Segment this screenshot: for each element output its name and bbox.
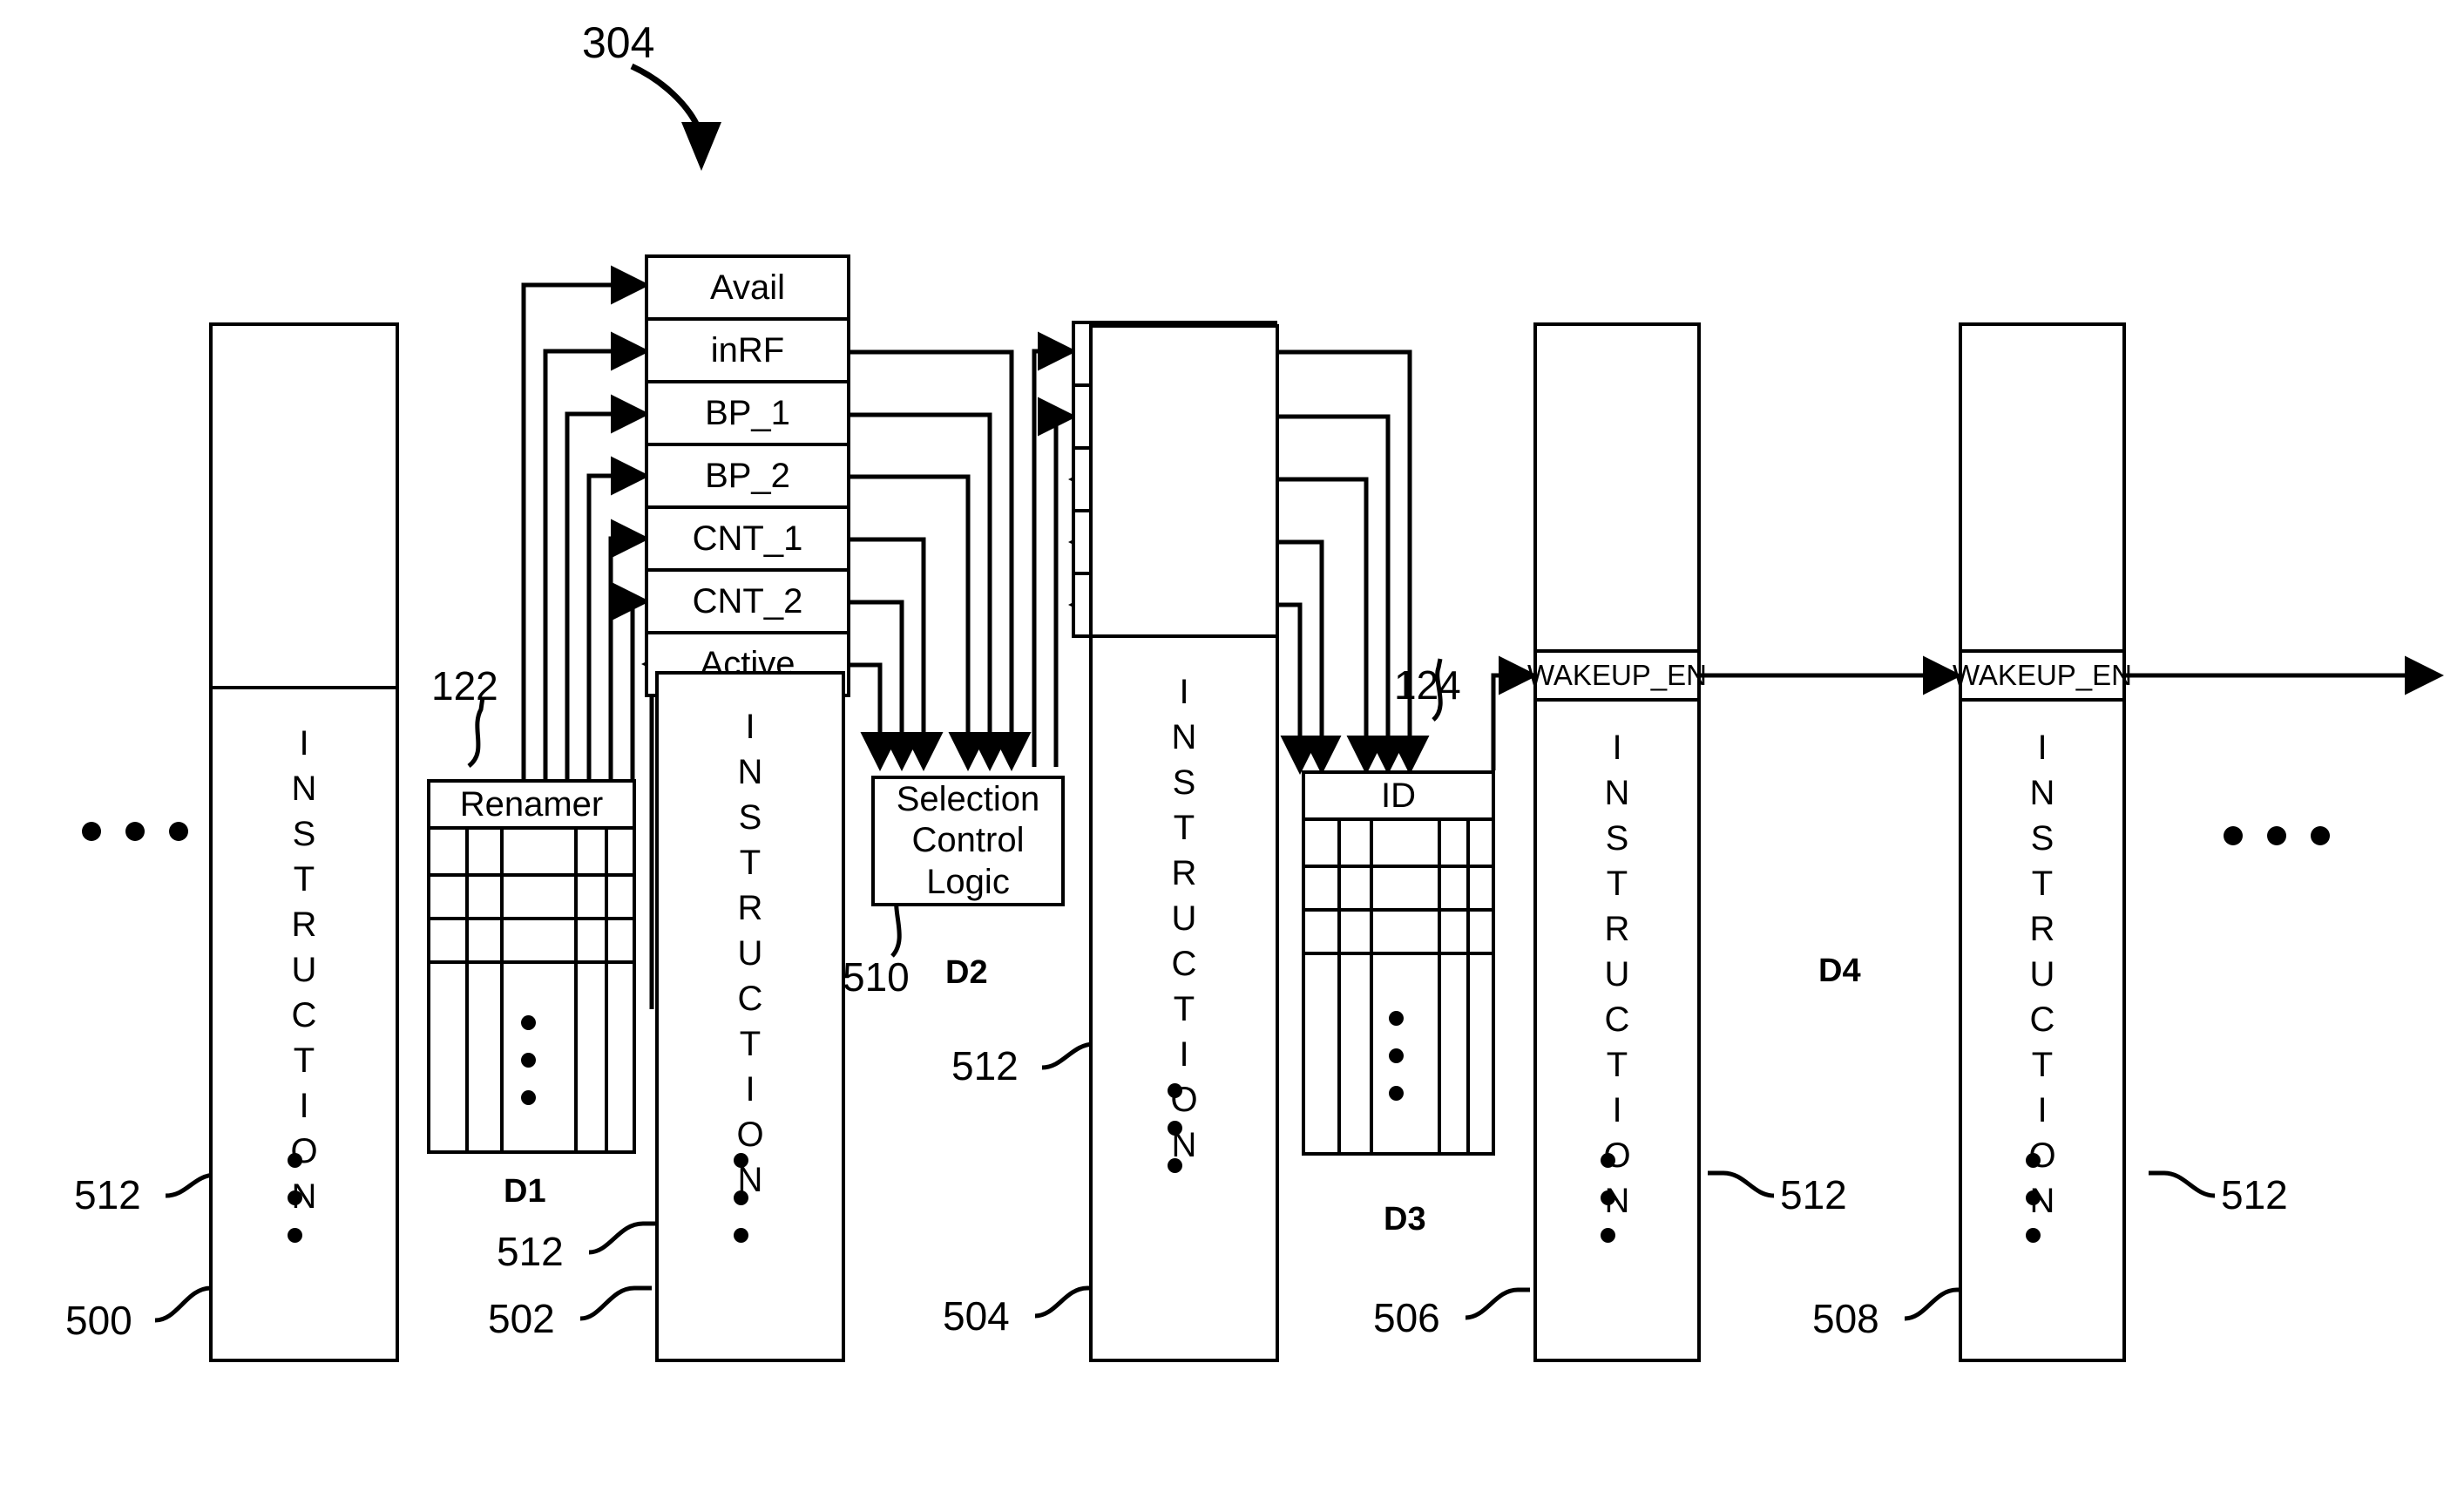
ref-510: 510	[843, 954, 910, 1000]
wakeup-en-box-right[interactable]: WAKEUP_EN	[1953, 649, 2132, 702]
instruction-letter: I	[2037, 729, 2048, 767]
scl-line-1: Selection	[896, 780, 1040, 819]
instruction-letter: T	[739, 1025, 762, 1063]
flag-field-bp-2[interactable]: BP_2	[645, 443, 850, 509]
renamer-title: Renamer	[427, 779, 636, 830]
ref-504: 504	[943, 1293, 1010, 1339]
instruction-letter: U	[737, 934, 763, 973]
instruction-letter: I	[299, 724, 309, 763]
instruction-letter: C	[737, 980, 763, 1018]
instruction-letter: C	[1604, 1000, 1630, 1039]
instruction-letter: S	[1605, 819, 1629, 858]
ref-508: 508	[1812, 1296, 1879, 1341]
column-508-vertical-ellipsis	[2026, 1142, 2041, 1254]
scl-line-3: Logic	[926, 862, 1010, 901]
flag-field-avail[interactable]: Avail	[645, 254, 850, 321]
instruction-letter: T	[293, 860, 315, 899]
id-grid	[1302, 821, 1495, 1156]
instruction-letter: I	[1612, 729, 1622, 767]
instruction-letter: I	[1179, 1035, 1189, 1074]
instruction-letter: T	[739, 844, 762, 882]
instruction-letter: U	[1171, 899, 1197, 938]
instruction-letter: I	[745, 708, 755, 746]
instruction-letter: C	[291, 996, 317, 1034]
ref-512-col508: 512	[2221, 1172, 2288, 1217]
column-504-divider	[1089, 634, 1279, 638]
column-504-vertical-ellipsis	[1168, 1072, 1182, 1184]
ref-512-col504: 512	[951, 1043, 1019, 1088]
column-506-vertical-ellipsis	[1601, 1142, 1615, 1254]
selection-control-logic[interactable]: Selection Control Logic	[871, 776, 1065, 906]
instruction-letter: I	[299, 1087, 309, 1125]
instruction-letter: S	[738, 798, 762, 837]
id-vertical-ellipsis	[1389, 1000, 1404, 1112]
ref-512-col500: 512	[74, 1172, 141, 1217]
instruction-letter: S	[1172, 763, 1196, 802]
ref-506: 506	[1373, 1295, 1440, 1340]
id-table[interactable]: ID	[1302, 770, 1495, 1156]
instruction-letter: R	[1171, 854, 1197, 892]
column-500-divider	[209, 686, 399, 689]
ref-502: 502	[488, 1296, 555, 1341]
instruction-label-508: INSTRUCTION	[1959, 725, 2126, 1224]
instruction-letter: N	[1604, 774, 1630, 812]
instruction-letter: T	[2031, 1046, 2054, 1084]
instruction-letter: N	[737, 753, 763, 791]
instruction-letter: N	[291, 770, 317, 808]
instruction-letter: U	[2029, 955, 2055, 994]
ref-124: 124	[1394, 662, 1461, 708]
flag-field-bp-1[interactable]: BP_1	[645, 380, 850, 446]
patent-figure-304: INSTRUCTION 512 500 Avail inRF BP_1 BP_2 CNT…	[0, 0, 2464, 1492]
instruction-letter: I	[1612, 1091, 1622, 1129]
instruction-letter: I	[745, 1070, 755, 1109]
instruction-letter: U	[1604, 955, 1630, 994]
flag-field-cnt-1[interactable]: CNT_1	[645, 505, 850, 572]
instruction-letter: R	[291, 905, 317, 944]
instruction-letter: T	[1173, 990, 1195, 1028]
stage-label-d1: D1	[504, 1173, 546, 1210]
instruction-letter: N	[1171, 718, 1197, 756]
ref-122: 122	[431, 663, 498, 709]
flag-field-inrf[interactable]: inRF	[645, 317, 850, 383]
instruction-label-500: INSTRUCTION	[209, 721, 399, 1219]
instruction-letter: T	[2031, 865, 2054, 903]
instruction-label-506: INSTRUCTION	[1533, 725, 1701, 1224]
instruction-letter: S	[292, 815, 316, 853]
stage-label-d2: D2	[945, 954, 988, 991]
instruction-letter: T	[1606, 1046, 1628, 1084]
instruction-letter: I	[2037, 1091, 2048, 1129]
figure-ref-304: 304	[582, 18, 655, 67]
instruction-letter: U	[291, 951, 317, 989]
column-502-vertical-ellipsis	[734, 1142, 748, 1254]
stage-label-d4: D4	[1818, 953, 1861, 989]
ref-500: 500	[65, 1298, 132, 1343]
instruction-letter: R	[737, 889, 763, 927]
renamer-vertical-ellipsis	[521, 1004, 536, 1116]
ellipsis-right	[2211, 826, 2342, 845]
instruction-letter: R	[1604, 910, 1630, 948]
instruction-letter: C	[1171, 945, 1197, 983]
id-title: ID	[1302, 770, 1495, 821]
instruction-letter: T	[293, 1041, 315, 1080]
ref-512-col502: 512	[497, 1229, 564, 1274]
wakeup-en-box-left[interactable]: WAKEUP_EN	[1527, 649, 1707, 702]
scl-line-2: Control	[911, 821, 1025, 860]
column-500-vertical-ellipsis	[288, 1142, 302, 1254]
instruction-letter: C	[2029, 1000, 2055, 1039]
instruction-letter: N	[2029, 774, 2055, 812]
stage-label-d3: D3	[1384, 1201, 1426, 1238]
ref-512-col506: 512	[1780, 1172, 1847, 1217]
instruction-letter: S	[2030, 819, 2054, 858]
renamer-grid	[427, 830, 636, 1154]
renamer-table[interactable]: Renamer	[427, 779, 636, 1154]
instruction-letter: T	[1606, 865, 1628, 903]
instruction-label-504: INSTRUCTION	[1089, 669, 1279, 1168]
instruction-letter: T	[1173, 809, 1195, 847]
instruction-letter: I	[1179, 673, 1189, 711]
flag-field-cnt-2[interactable]: CNT_2	[645, 568, 850, 634]
instruction-label-502: INSTRUCTION	[655, 704, 845, 1203]
instruction-letter: R	[2029, 910, 2055, 948]
ellipsis-left	[70, 822, 200, 841]
